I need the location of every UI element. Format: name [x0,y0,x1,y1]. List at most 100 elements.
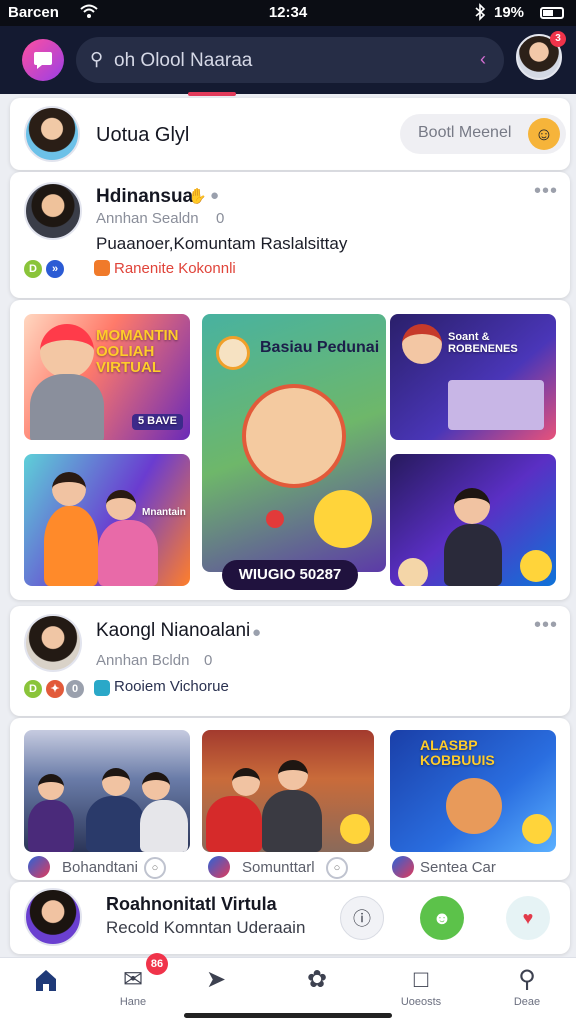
nav-search[interactable]: ⚲ Deae [492,966,562,1008]
user-name: Uotua Glyl [96,124,190,146]
post-author-avatar[interactable] [24,182,82,240]
search-input[interactable]: oh Olool Naaraa [114,50,252,72]
tile-title: Soant & ROBENENES [448,331,518,355]
person-image [98,520,158,586]
mascot-image [242,384,346,488]
user-avatar[interactable] [24,106,80,162]
clock: 12:34 [268,4,308,21]
heart-button[interactable]: ♥ [506,896,550,940]
tile-caption: Somunttarl [242,859,315,876]
status-pill[interactable]: Bootl Meenel ☺ [400,114,566,154]
tile-title: MOMANTIN OOLIAH VIRTUAL [96,327,179,376]
media-tile[interactable]: ALASBP KOBBUUIS [390,730,556,852]
battery-icon [540,7,564,19]
media-tile[interactable] [390,454,556,586]
bluetooth-icon [474,3,486,25]
overlay-pill[interactable]: WIUGIO 50287 [222,560,358,590]
notification-badge: 3 [550,31,566,47]
media-tile-featured[interactable]: Basiau Pedunai [202,314,386,572]
channel-icon [208,856,230,878]
emoji-icon [340,814,370,844]
nav-label: Deae [513,996,541,1008]
badge-gray-icon: 0 [66,680,84,698]
app-header: ⚲ oh Olool Naaraa ‹ 3 [0,26,576,94]
mascot-icon [216,336,250,370]
media-tile[interactable] [202,730,374,852]
search-icon: ⚲ [90,49,104,69]
post-tag[interactable]: Ranenite Kokonnli [114,260,236,277]
media-tile[interactable]: Mnantain [24,454,190,586]
post-tag[interactable]: Rooiem Vichorue [114,678,229,695]
post-subtitle-count: 0 [204,652,213,669]
tile-title: Mnantain [142,507,186,518]
person-image [86,796,144,852]
verified-icon: ● [210,187,220,204]
app-logo-icon[interactable] [22,39,64,81]
shield-icon [94,260,110,276]
media-tile[interactable]: Soant & ROBENENES [390,314,556,440]
post-author-avatar[interactable] [24,614,82,672]
person-image [444,524,502,586]
person-image [140,800,188,852]
more-options-icon[interactable]: ••• [534,614,558,637]
mini-player[interactable]: Roahnonitatl Virtula Recold Komntan Uder… [10,882,570,954]
nav-label: Hane [119,996,147,1008]
search-bar[interactable]: ⚲ oh Olool Naaraa ‹ [76,37,504,83]
person-image [278,760,308,790]
thumbnail-image [448,380,544,430]
search-icon: ⚲ [518,966,536,993]
mascot-icon [398,558,428,586]
badge-green-icon: D [24,260,42,278]
hand-emoji-icon: ✋ [188,188,207,205]
person-image [102,768,130,796]
smile-emoji-icon [314,490,372,548]
post-subtitle: Annhan Bcldn [96,652,190,669]
person-image [262,790,322,852]
post-card: Hdinansua ✋ ● Annhan Sealdn 0 Puaanoer,K… [10,172,570,298]
post-card: Kaongl Nianoalani ● Annhan Bcldn 0 ••• D… [10,606,570,716]
nav-uploads[interactable]: □ Uoeosts [386,966,456,1008]
tile-title: ALASBP KOBBUUIS [420,737,495,768]
post-description: Puaanoer,Komuntam Raslalsittay [96,234,348,253]
media-tile[interactable] [24,730,190,852]
more-options-icon[interactable]: ••• [534,180,558,203]
mascot-image [446,778,502,834]
person-image [28,800,74,852]
nav-home[interactable] [11,966,81,996]
channel-icon [392,856,414,878]
status-pill-label: Bootl Meenel [418,124,512,141]
chat-button[interactable]: ☻ [420,896,464,940]
post-author-name[interactable]: Kaongl Nianoalani [96,620,250,642]
post-subtitle-count: 0 [216,210,225,227]
badge-green-icon: D [24,680,42,698]
post-author-name[interactable]: Hdinansua [96,186,193,208]
comment-icon[interactable]: ○ [326,857,348,879]
channel-icon [28,856,50,878]
filter-icon[interactable]: ‹ [480,49,486,70]
person-image [30,374,104,440]
comment-icon[interactable]: ○ [144,857,166,879]
info-button[interactable]: ⓘ [340,896,384,940]
post-subtitle: Annhan Sealdn [96,210,199,227]
media-tile[interactable]: MOMANTIN OOLIAH VIRTUAL 5 BAVE [24,314,190,440]
message-count-badge: 86 [146,953,168,975]
nav-send[interactable]: ➤ [181,966,251,996]
person-image [142,772,170,800]
person-image [232,768,260,796]
story-bar: Uotua Glyl Bootl Meenel ☺ [10,98,570,170]
nav-explore[interactable]: ✿ [282,966,352,996]
person-image [454,488,490,524]
status-bar: Barcen 12:34 19% [0,0,576,26]
tile-caption: Bohandtani [62,859,138,876]
home-indicator[interactable] [184,1013,392,1018]
shield-icon [94,680,110,696]
player-avatar[interactable] [24,888,82,946]
person-image [402,324,442,364]
document-icon: □ [413,966,429,993]
clover-icon: ✿ [306,966,328,993]
person-image [38,774,64,800]
verified-icon: ● [252,624,262,641]
person-image [52,472,86,506]
tile-caption: Sentea Car [420,859,496,876]
emoji-icon [520,550,552,582]
